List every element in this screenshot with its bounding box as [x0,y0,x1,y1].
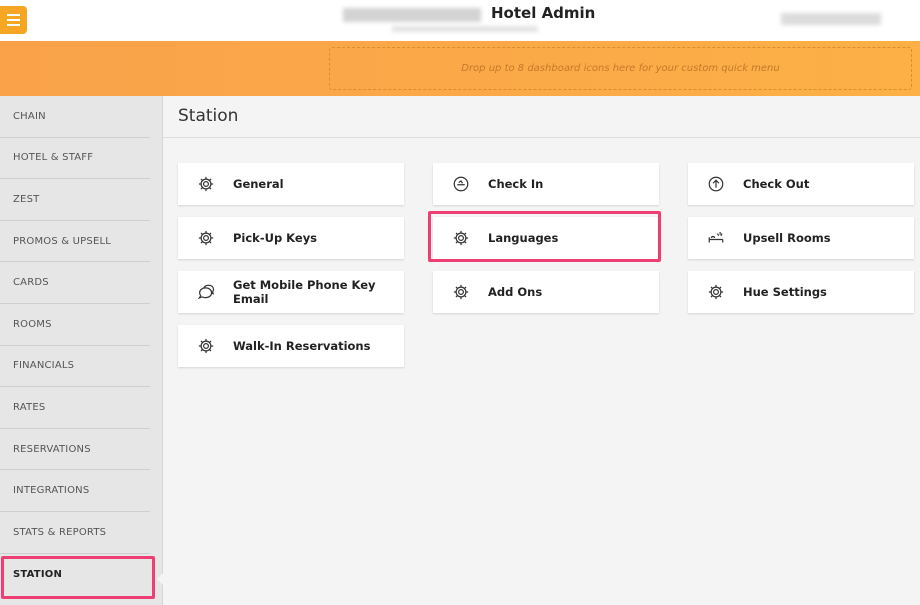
sidebar-item-promos-upsell[interactable]: PROMOS & UPSELL [0,221,150,263]
sidebar-nav: CHAIN HOTEL & STAFF ZEST PROMOS & UPSELL… [0,96,163,605]
sidebar-item-stats-reports[interactable]: STATS & REPORTS [0,512,150,554]
quick-menu-drop-zone[interactable]: Drop up to 8 dashboard icons here for yo… [329,47,912,90]
card-pick-up-keys[interactable]: Pick-Up Keys [178,217,404,259]
gear-icon [451,282,471,302]
hamburger-icon [7,14,20,16]
gear-icon [706,282,726,302]
card-walk-in-reservations[interactable]: Walk-In Reservations [178,325,404,367]
card-general[interactable]: General [178,163,404,205]
card-check-in[interactable]: Check In [433,163,659,205]
drop-zone-hint: Drop up to 8 dashboard icons here for yo… [461,63,780,74]
quick-menu-bar: Drop up to 8 dashboard icons here for yo… [0,41,920,96]
redacted-hotel-name [343,8,481,22]
sidebar-item-hotel-staff[interactable]: HOTEL & STAFF [0,138,150,180]
card-check-out[interactable]: Check Out [688,163,914,205]
sidebar-item-integrations[interactable]: INTEGRATIONS [0,470,150,512]
redacted-user-info [781,13,881,25]
card-label: Add Ons [488,285,543,299]
card-upsell-rooms[interactable]: Upsell Rooms [688,217,914,259]
card-label: Upsell Rooms [743,231,831,245]
card-hue-settings[interactable]: Hue Settings [688,271,914,313]
sidebar-item-rooms[interactable]: ROOMS [0,304,150,346]
top-header: Hotel Admin [0,0,920,41]
card-label: Pick-Up Keys [233,231,318,245]
page-title: Station [178,106,239,126]
sidebar-item-zest[interactable]: ZEST [0,179,150,221]
sidebar-item-chain[interactable]: CHAIN [0,96,150,138]
redacted-subtitle [392,26,538,32]
card-label: General [233,177,284,191]
active-item-pointer [157,572,164,586]
card-label: Check Out [743,177,810,191]
gear-icon [196,336,216,356]
chat-bubbles-icon [196,282,216,302]
title-divider [163,137,920,138]
check-in-icon [451,174,471,194]
check-out-icon [706,174,726,194]
sidebar-item-rates[interactable]: RATES [0,387,150,429]
gear-icon [196,174,216,194]
hamburger-menu-button[interactable] [0,6,27,34]
card-label: Check In [488,177,544,191]
card-label: Get Mobile Phone Key Email [233,278,376,306]
sidebar-item-reservations[interactable]: RESERVATIONS [0,429,150,471]
upsell-bed-icon [706,228,726,248]
languages-highlight-box [428,211,661,262]
card-label: Walk-In Reservations [233,339,371,353]
active-item-highlight [1,556,155,599]
card-mobile-key-email[interactable]: Get Mobile Phone Key Email [178,271,404,313]
card-add-ons[interactable]: Add Ons [433,271,659,313]
sidebar-item-cards[interactable]: CARDS [0,262,150,304]
app-title: Hotel Admin [491,4,596,22]
sidebar-item-financials[interactable]: FINANCIALS [0,346,150,388]
card-label: Hue Settings [743,285,827,299]
gear-icon [196,228,216,248]
